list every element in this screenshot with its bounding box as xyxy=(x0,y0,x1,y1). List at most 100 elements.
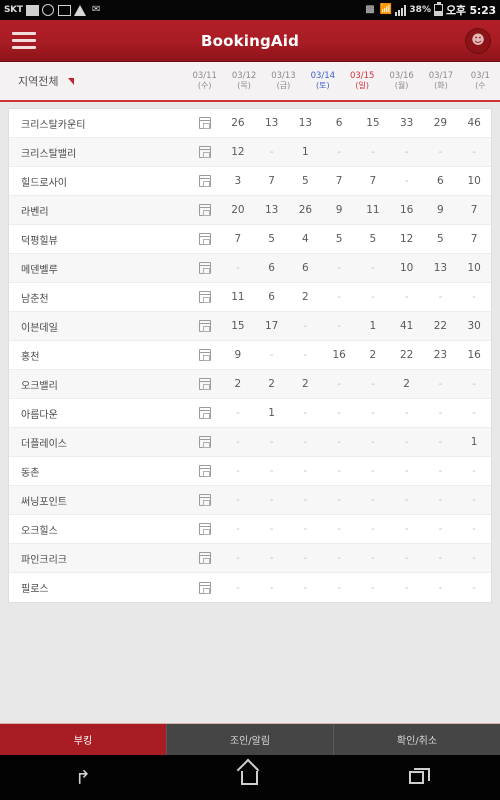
availability-cell[interactable]: - xyxy=(424,544,458,572)
availability-cell[interactable]: - xyxy=(424,515,458,543)
availability-cell[interactable]: 5 xyxy=(424,225,458,253)
availability-cell[interactable]: 9 xyxy=(221,341,255,369)
calendar-icon[interactable] xyxy=(189,225,221,253)
availability-cell[interactable]: - xyxy=(390,515,424,543)
availability-cell[interactable]: 1 xyxy=(255,399,289,427)
availability-cell[interactable]: - xyxy=(390,138,424,166)
calendar-icon[interactable] xyxy=(189,341,221,369)
availability-cell[interactable]: - xyxy=(457,283,491,311)
availability-cell[interactable]: 10 xyxy=(457,254,491,282)
calendar-icon[interactable] xyxy=(189,399,221,427)
calendar-icon[interactable] xyxy=(189,544,221,572)
availability-cell[interactable]: 10 xyxy=(390,254,424,282)
calendar-icon[interactable] xyxy=(189,138,221,166)
table-row[interactable]: 써닝포인트 - - - - - - - - xyxy=(9,486,491,515)
date-column-header[interactable]: 03/11 (수) xyxy=(185,71,224,92)
table-row[interactable]: 파인크리크 - - - - - - - - xyxy=(9,544,491,573)
availability-cell[interactable]: - xyxy=(289,486,323,514)
availability-cell[interactable]: 6 xyxy=(424,167,458,195)
availability-cell[interactable]: - xyxy=(424,486,458,514)
hamburger-icon[interactable] xyxy=(0,32,48,49)
table-row[interactable]: 이븐데일 15 17- -1 41 22 30 xyxy=(9,312,491,341)
availability-cell[interactable]: - xyxy=(289,341,323,369)
availability-cell[interactable]: - xyxy=(322,573,356,602)
availability-cell[interactable]: - xyxy=(356,428,390,456)
availability-cell[interactable]: - xyxy=(289,312,323,340)
availability-cell[interactable]: 30 xyxy=(457,312,491,340)
table-row[interactable]: 크리스탈밸리 12-1- - - - - xyxy=(9,138,491,167)
availability-cell[interactable]: - xyxy=(390,167,424,195)
availability-cell[interactable]: 6 xyxy=(289,254,323,282)
availability-cell[interactable]: 3 xyxy=(221,167,255,195)
availability-cell[interactable]: - xyxy=(457,399,491,427)
availability-cell[interactable]: - xyxy=(356,138,390,166)
availability-cell[interactable]: - xyxy=(390,573,424,602)
availability-cell[interactable]: - xyxy=(221,457,255,485)
availability-cell[interactable]: 2 xyxy=(255,370,289,398)
availability-cell[interactable]: 5 xyxy=(255,225,289,253)
availability-cell[interactable]: 2 xyxy=(289,370,323,398)
availability-cell[interactable]: 22 xyxy=(390,341,424,369)
table-row[interactable]: 라벤리 20 13 26 9 11 16 9 7 xyxy=(9,196,491,225)
availability-cell[interactable]: 2 xyxy=(221,370,255,398)
calendar-icon[interactable] xyxy=(189,109,221,137)
availability-cell[interactable]: 46 xyxy=(457,109,491,137)
calendar-icon[interactable] xyxy=(189,428,221,456)
availability-cell[interactable]: - xyxy=(356,486,390,514)
table-row[interactable]: 홍천 9- -16 2 22 23 16 xyxy=(9,341,491,370)
availability-cell[interactable]: 2 xyxy=(289,283,323,311)
availability-cell[interactable]: - xyxy=(356,457,390,485)
availability-cell[interactable]: 33 xyxy=(390,109,424,137)
availability-cell[interactable]: 4 xyxy=(289,225,323,253)
availability-cell[interactable]: - xyxy=(221,544,255,572)
availability-cell[interactable]: - xyxy=(289,428,323,456)
availability-cell[interactable]: - xyxy=(457,515,491,543)
availability-cell[interactable]: 16 xyxy=(457,341,491,369)
table-row[interactable]: 메덴벨루 -6 6- -10 13 10 xyxy=(9,254,491,283)
availability-cell[interactable]: 7 xyxy=(457,196,491,224)
availability-cell[interactable]: - xyxy=(255,428,289,456)
availability-cell[interactable]: - xyxy=(424,138,458,166)
availability-cell[interactable]: 6 xyxy=(322,109,356,137)
availability-cell[interactable]: 7 xyxy=(255,167,289,195)
availability-cell[interactable]: 10 xyxy=(457,167,491,195)
availability-cell[interactable]: 2 xyxy=(356,341,390,369)
availability-cell[interactable]: - xyxy=(255,138,289,166)
availability-cell[interactable]: - xyxy=(356,573,390,602)
table-row[interactable]: 덕평힐뷰 7 5 4 5 5 12 5 7 xyxy=(9,225,491,254)
availability-cell[interactable]: - xyxy=(424,573,458,602)
availability-cell[interactable]: - xyxy=(457,457,491,485)
table-row[interactable]: 오크밸리 2 2 2- -2- - xyxy=(9,370,491,399)
bottom-tab-2[interactable]: 확인/취소 xyxy=(334,724,500,755)
availability-cell[interactable]: - xyxy=(289,544,323,572)
availability-cell[interactable]: 41 xyxy=(390,312,424,340)
availability-cell[interactable]: - xyxy=(221,573,255,602)
availability-cell[interactable]: - xyxy=(390,457,424,485)
availability-cell[interactable]: - xyxy=(390,544,424,572)
availability-cell[interactable]: - xyxy=(221,399,255,427)
availability-cell[interactable]: 26 xyxy=(289,196,323,224)
availability-cell[interactable]: 13 xyxy=(255,109,289,137)
availability-cell[interactable]: - xyxy=(221,428,255,456)
availability-cell[interactable]: 9 xyxy=(424,196,458,224)
avatar-icon[interactable]: ☻ xyxy=(465,27,491,54)
availability-cell[interactable]: - xyxy=(390,486,424,514)
calendar-icon[interactable] xyxy=(189,196,221,224)
calendar-icon[interactable] xyxy=(189,283,221,311)
availability-cell[interactable]: 13 xyxy=(255,196,289,224)
availability-cell[interactable]: - xyxy=(424,283,458,311)
table-row[interactable]: 동촌 - - - - - - - - xyxy=(9,457,491,486)
availability-cell[interactable]: - xyxy=(289,457,323,485)
availability-cell[interactable]: 15 xyxy=(356,109,390,137)
availability-cell[interactable]: 11 xyxy=(356,196,390,224)
availability-cell[interactable]: - xyxy=(322,312,356,340)
availability-cell[interactable]: - xyxy=(322,283,356,311)
availability-cell[interactable]: - xyxy=(221,254,255,282)
availability-cell[interactable]: 26 xyxy=(221,109,255,137)
calendar-icon[interactable] xyxy=(189,573,221,602)
availability-cell[interactable]: - xyxy=(322,457,356,485)
availability-cell[interactable]: 17 xyxy=(255,312,289,340)
availability-cell[interactable]: 22 xyxy=(424,312,458,340)
bottom-tab-1[interactable]: 조인/알림 xyxy=(167,724,334,755)
availability-cell[interactable]: - xyxy=(255,544,289,572)
